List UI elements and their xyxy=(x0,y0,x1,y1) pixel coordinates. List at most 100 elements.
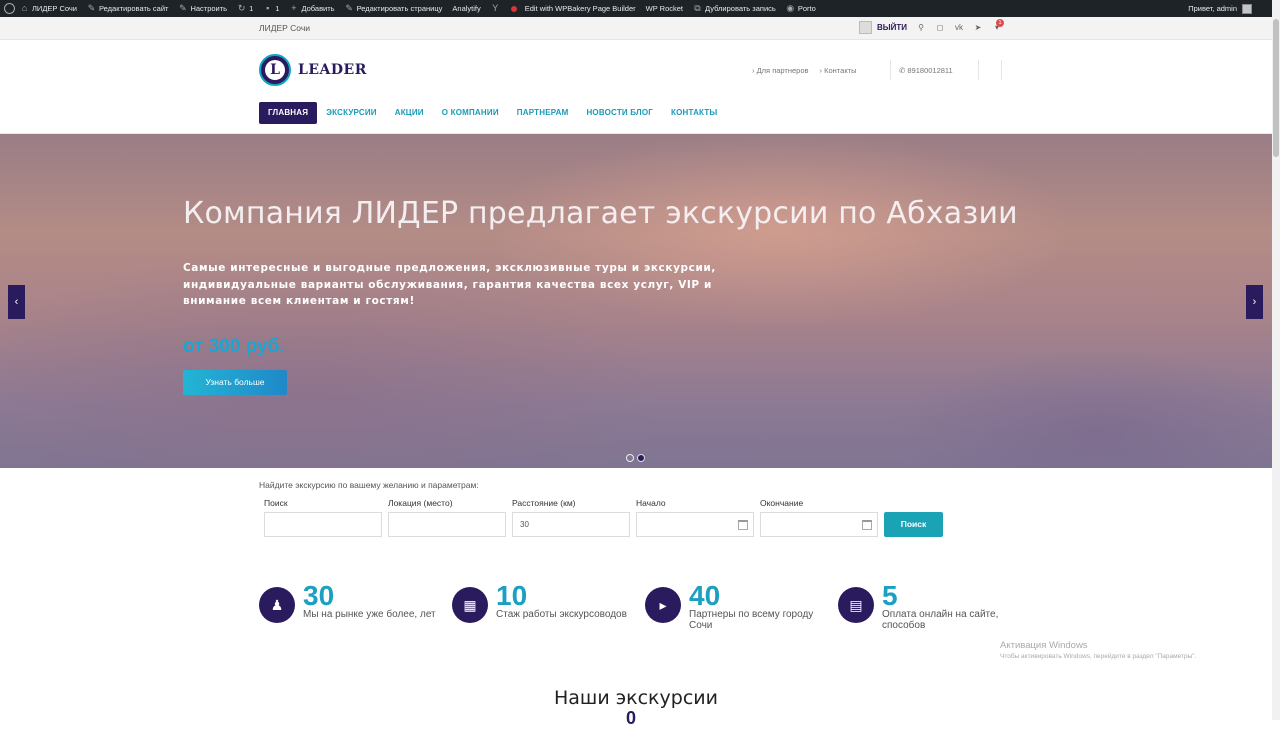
nav-item-partners[interactable]: ПАРТНЕРАМ xyxy=(508,102,578,124)
slider-next-arrow[interactable]: › xyxy=(1246,285,1263,319)
grid-icon: ▦ xyxy=(452,587,488,623)
house-icon: ⌂ xyxy=(21,3,28,13)
hero-subtitle: Самые интересные и выгодные предложения,… xyxy=(183,262,716,307)
brush-icon: ✎ xyxy=(87,3,96,13)
excursion-search: Найдите экскурсию по вашему желанию и па… xyxy=(259,480,959,537)
divider xyxy=(978,60,979,80)
red-dot-icon xyxy=(510,5,517,12)
logo-text: LEADER xyxy=(298,62,367,78)
vk-icon[interactable]: vk xyxy=(954,23,964,33)
admin-add-new[interactable]: + Добавить xyxy=(284,0,339,17)
comment-icon: ▪ xyxy=(266,3,270,13)
header-link-contacts[interactable]: › Контакты xyxy=(820,66,857,75)
divider xyxy=(890,60,891,80)
stat-label: Мы на рынке уже более, лет xyxy=(303,609,436,620)
user-icon: ♟ xyxy=(259,587,295,623)
search-lead: Найдите экскурсию по вашему желанию и па… xyxy=(259,480,479,490)
header-link-partners[interactable]: › Для партнеров xyxy=(752,66,809,75)
avatar xyxy=(1242,3,1252,14)
calendar-icon[interactable] xyxy=(738,520,748,530)
admin-account[interactable]: Привет, admin xyxy=(1188,3,1280,14)
telegram-icon[interactable]: ➤ xyxy=(973,23,983,33)
scrollbar-thumb[interactable] xyxy=(1273,19,1279,157)
search-field-query: Поиск xyxy=(264,498,382,537)
avatar xyxy=(859,21,872,34)
nav-item-contacts[interactable]: КОНТАКТЫ xyxy=(662,102,726,124)
stat-item: ▦ 10 Стаж работы экскурсоводов xyxy=(452,582,645,642)
divider xyxy=(1001,60,1002,80)
cart-icon[interactable]: ▾ 1 xyxy=(992,18,1004,33)
nav-item-excursions[interactable]: ЭКСКУРСИИ xyxy=(317,102,386,124)
stat-label: Партнеры по всему городу Сочи xyxy=(689,609,814,631)
distance-input[interactable]: 30 xyxy=(512,512,630,537)
search-icon[interactable]: ⚲ xyxy=(916,23,926,33)
nav-item-promotions[interactable]: АКЦИИ xyxy=(386,102,433,124)
admin-wp-rocket[interactable]: WP Rocket xyxy=(641,0,688,17)
logout-link[interactable]: ВЫЙТИ xyxy=(877,23,907,32)
phone-icon: ✆ xyxy=(899,66,906,75)
chevron-left-icon: ‹ xyxy=(14,296,19,308)
header-phone[interactable]: ✆ 89180012811 xyxy=(899,66,953,75)
site-logo[interactable]: L LEADER xyxy=(259,54,367,86)
stat-label: Стаж работы экскурсоводов xyxy=(496,609,627,620)
stat-item: ♟ 30 Мы на рынке уже более, лет xyxy=(259,582,452,642)
stats-row: ♟ 30 Мы на рынке уже более, лет ▦ 10 Ста… xyxy=(259,582,1031,642)
nav-item-home[interactable]: ГЛАВНАЯ xyxy=(259,102,318,124)
section-title: Наши экскурсии xyxy=(554,687,718,709)
admin-wpbakery[interactable]: Edit with WPBakery Page Builder xyxy=(520,0,641,17)
admin-site-link[interactable]: ⌂ ЛИДЕР Сочи xyxy=(15,0,82,17)
admin-updates[interactable]: ↻ 1 xyxy=(232,0,258,17)
admin-edit-site[interactable]: ✎ Редактировать сайт xyxy=(82,0,173,17)
brush-icon: ✎ xyxy=(179,3,187,13)
hero-slider: Компания ЛИДЕР предлагает экскурсии по А… xyxy=(0,134,1272,468)
nav-item-blog[interactable]: НОВОСТИ БЛОГ xyxy=(577,102,662,124)
end-date-input[interactable] xyxy=(760,512,878,537)
admin-analytify[interactable]: Analytify xyxy=(447,0,485,17)
refresh-icon: ↻ xyxy=(237,3,246,13)
section-number: 0 xyxy=(626,708,637,728)
main-nav: ГЛАВНАЯ ЭКСКУРСИИ АКЦИИ О КОМПАНИИ ПАРТН… xyxy=(259,102,726,124)
admin-edit-page[interactable]: ✎ Редактировать страницу xyxy=(340,0,448,17)
admin-porto[interactable]: ◉ Porto xyxy=(781,0,821,17)
search-field-end: Окончание xyxy=(760,498,878,537)
search-input[interactable] xyxy=(264,512,382,537)
megaphone-icon: ▸ xyxy=(645,587,681,623)
search-field-start: Начало xyxy=(636,498,754,537)
pencil-icon: ✎ xyxy=(345,3,353,13)
site-header: L LEADER › Для партнеров › Контакты ✆ 89… xyxy=(0,40,1272,134)
site-name: ЛИДЕР Сочи xyxy=(259,23,310,33)
stat-number: 10 xyxy=(496,580,528,611)
calendar-icon[interactable] xyxy=(862,520,872,530)
slider-dots xyxy=(626,454,645,462)
stat-item: ▤ 5 Оплата онлайн на сайте, способов xyxy=(838,582,1031,642)
stat-number: 30 xyxy=(303,580,335,611)
search-field-distance: Расстояние (км) 30 xyxy=(512,498,630,537)
learn-more-button[interactable]: Узнать больше xyxy=(183,370,287,395)
slider-prev-arrow[interactable]: ‹ xyxy=(8,285,25,319)
copy-icon: ⧉ xyxy=(694,3,701,13)
admin-comments[interactable]: ▪ 1 xyxy=(258,0,284,17)
wordpress-icon[interactable] xyxy=(4,3,15,14)
search-button[interactable]: Поиск xyxy=(884,512,943,537)
stat-item: ▸ 40 Партнеры по всему городу Сочи xyxy=(645,582,838,642)
nav-item-about[interactable]: О КОМПАНИИ xyxy=(433,102,508,124)
stat-number: 40 xyxy=(689,580,721,611)
admin-yoast[interactable]: Y xyxy=(486,0,505,17)
slider-dot[interactable] xyxy=(626,454,634,462)
stat-number: 5 xyxy=(882,580,898,611)
start-date-input[interactable] xyxy=(636,512,754,537)
admin-bar: ⌂ ЛИДЕР Сочи ✎ Редактировать сайт ✎ Настрои… xyxy=(0,0,1280,17)
hero-price: от 300 руб. xyxy=(183,336,285,357)
instagram-icon[interactable]: ◻ xyxy=(935,23,945,33)
admin-customize[interactable]: ✎ Настроить xyxy=(173,0,232,17)
admin-duplicate[interactable]: ⧉ Дублировать запись xyxy=(688,0,781,17)
slider-dot-active[interactable] xyxy=(637,454,645,462)
cart-count-badge: 1 xyxy=(996,18,1004,27)
plus-icon: + xyxy=(291,3,297,13)
yoast-icon: Y xyxy=(492,3,499,13)
top-strip: ЛИДЕР Сочи ВЫЙТИ ⚲ ◻ vk ➤ ▾ 1 xyxy=(0,17,1272,40)
search-field-location: Локация (место) xyxy=(388,498,506,537)
hero-title: Компания ЛИДЕР предлагает экскурсии по А… xyxy=(183,196,1018,231)
location-input[interactable] xyxy=(388,512,506,537)
porto-icon: ◉ xyxy=(786,3,795,13)
